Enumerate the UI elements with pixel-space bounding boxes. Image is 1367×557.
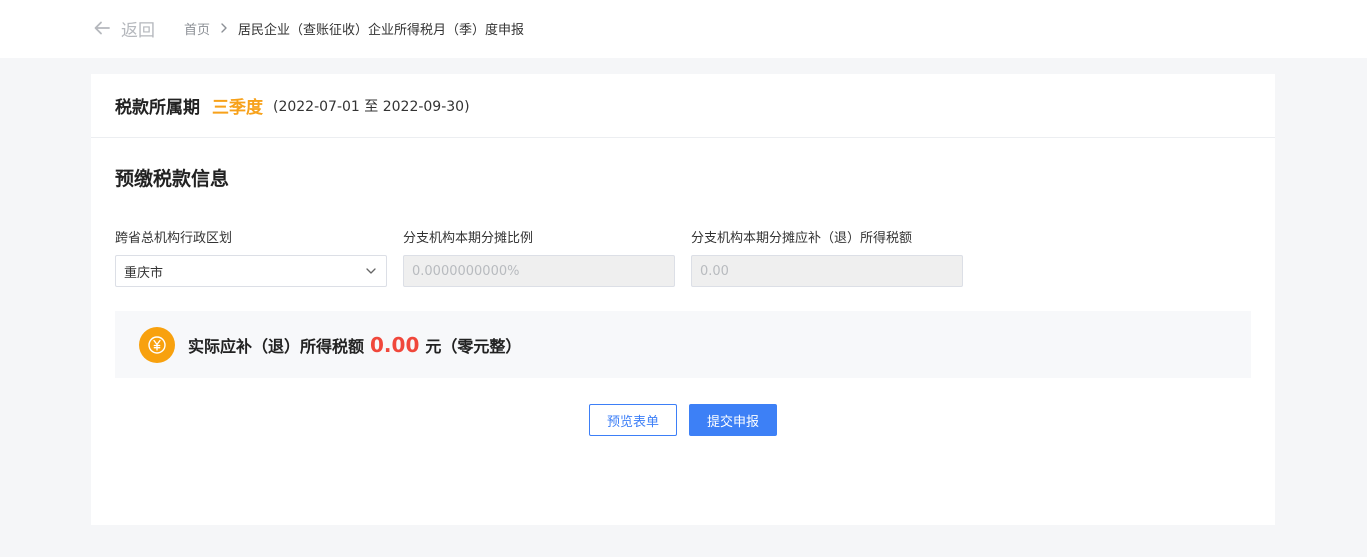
result-amount: 0.00 — [370, 332, 420, 357]
back-label: 返回 — [121, 20, 155, 41]
submit-declaration-button[interactable]: 提交申报 — [689, 404, 777, 436]
amount-input-value: 0.00 — [700, 263, 729, 279]
amount-field: 分支机构本期分摊应补（退）所得税额 0.00 — [691, 230, 963, 287]
ratio-label: 分支机构本期分摊比例 — [403, 231, 534, 246]
preview-form-button[interactable]: 预览表单 — [589, 404, 677, 436]
region-field: 跨省总机构行政区划 重庆市 — [115, 230, 387, 287]
breadcrumb-current: 居民企业（查账征收）企业所得税月（季）度申报 — [238, 22, 525, 38]
back-button[interactable]: 返回 — [92, 14, 155, 42]
section-title: 预缴税款信息 — [115, 168, 230, 190]
yuan-coin-icon — [139, 326, 175, 363]
result-unit: 元（零元整） — [425, 336, 522, 356]
breadcrumb-home[interactable]: 首页 — [184, 19, 210, 38]
ratio-input-value: 0.0000000000% — [412, 263, 520, 279]
region-label: 跨省总机构行政区划 — [115, 231, 233, 246]
tax-period-value: 三季度 — [212, 98, 263, 118]
result-panel: 实际应补（退）所得税额 0.00 元（零元整） — [115, 311, 1251, 378]
chevron-right-icon — [221, 23, 227, 33]
declaration-card: 税款所属期 三季度 (2022-07-01 至 2022-09-30) 预缴税款… — [91, 74, 1275, 525]
amount-label: 分支机构本期分摊应补（退）所得税额 — [691, 231, 913, 246]
amount-input: 0.00 — [691, 255, 963, 287]
result-label: 实际应补（退）所得税额 — [188, 336, 365, 356]
arrow-left-icon — [94, 21, 110, 35]
region-select-value: 重庆市 — [124, 265, 164, 281]
ratio-field: 分支机构本期分摊比例 0.0000000000% — [403, 230, 675, 287]
breadcrumb: 首页 居民企业（查账征收）企业所得税月（季）度申报 — [184, 18, 524, 38]
region-select[interactable]: 重庆市 — [115, 255, 387, 287]
tax-period-label: 税款所属期 — [115, 98, 200, 118]
tax-period-range: (2022-07-01 至 2022-09-30) — [273, 98, 470, 115]
ratio-input: 0.0000000000% — [403, 255, 675, 287]
top-bar: 返回 首页 居民企业（查账征收）企业所得税月（季）度申报 — [0, 0, 1367, 58]
chevron-down-icon — [366, 268, 376, 274]
tax-period-bar: 税款所属期 三季度 (2022-07-01 至 2022-09-30) — [91, 74, 1275, 138]
